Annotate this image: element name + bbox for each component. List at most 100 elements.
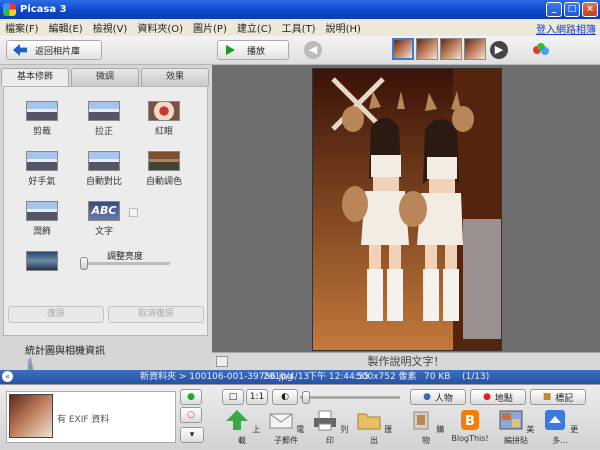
menu-tools[interactable]: 工具(T) bbox=[277, 20, 321, 35]
red-eye-icon bbox=[148, 101, 180, 121]
shopping-icon bbox=[413, 411, 429, 430]
filmstrip-thumbnail[interactable] bbox=[440, 38, 462, 60]
places-button[interactable]: ● 地點 bbox=[470, 389, 526, 405]
clear-button[interactable]: ○ bbox=[180, 407, 202, 423]
tags-label: 標記 bbox=[555, 393, 574, 404]
lucky-label: 好手氣 bbox=[28, 177, 56, 187]
filmstrip-thumbnail[interactable] bbox=[416, 38, 438, 60]
blogthis-label: BlogThis! bbox=[451, 434, 489, 443]
play-slideshow-button[interactable]: 播放 bbox=[217, 40, 289, 60]
tab-effects[interactable]: 效果 bbox=[141, 68, 209, 86]
previous-photo-button[interactable]: ◀ bbox=[304, 41, 322, 59]
maximize-button[interactable]: □ bbox=[564, 2, 580, 17]
tab-tuning[interactable]: 微調 bbox=[71, 68, 139, 86]
filmstrip bbox=[392, 38, 488, 62]
disabled-checkbox bbox=[129, 208, 138, 217]
menu-picture[interactable]: 圖片(P) bbox=[188, 20, 232, 35]
auto-contrast-button[interactable]: 自動對比 bbox=[74, 151, 134, 187]
menu-bar: 檔案(F) 編輯(E) 檢視(V) 資料夾(O) 圖片(P) 建立(C) 工具(… bbox=[0, 19, 600, 36]
tab-basic-fixes[interactable]: 基本修飾 bbox=[1, 68, 69, 86]
text-abc-icon: ABC bbox=[88, 201, 120, 221]
file-size: 70 KB bbox=[424, 372, 451, 382]
hold-button[interactable]: ● bbox=[180, 389, 202, 405]
tray-thumbnail[interactable] bbox=[9, 394, 53, 438]
zoom-knob[interactable] bbox=[302, 391, 310, 404]
envelope-icon bbox=[269, 413, 293, 429]
add-to-album-button[interactable]: ▾ bbox=[180, 427, 204, 443]
retouch-icon bbox=[26, 201, 58, 221]
photo-viewer bbox=[212, 65, 600, 370]
auto-contrast-label: 自動對比 bbox=[85, 177, 122, 187]
menu-edit[interactable]: 編輯(E) bbox=[44, 20, 88, 35]
auto-color-label: 自動調色 bbox=[145, 177, 182, 187]
redeye-tool-button[interactable]: 紅眼 bbox=[134, 101, 194, 137]
svg-text:B: B bbox=[465, 414, 475, 429]
blogthis-button[interactable]: B BlogThis! bbox=[448, 409, 492, 443]
toolbar: 返回相片庫 播放 ◀ ▶ bbox=[0, 36, 600, 65]
menu-create[interactable]: 建立(C) bbox=[232, 20, 277, 35]
menu-view[interactable]: 檢視(V) bbox=[88, 20, 133, 35]
folder-icon bbox=[357, 413, 381, 430]
collage-button[interactable]: 美編拼貼 bbox=[494, 409, 538, 446]
edit-panel: 基本修飾 微調 效果 剪裁 拉正 紅眼 好手氣 自動對比 自動調色 潤飾 ABC… bbox=[0, 65, 212, 400]
straighten-tool-button[interactable]: 拉正 bbox=[74, 101, 134, 137]
feeling-lucky-button[interactable]: 好手氣 bbox=[12, 151, 72, 187]
arrow-left-icon bbox=[13, 44, 27, 56]
caption-toggle-button[interactable] bbox=[216, 356, 228, 367]
collage-icon bbox=[499, 410, 523, 430]
zoom-icon-button[interactable]: ◐ bbox=[272, 389, 298, 405]
back-to-library-button[interactable]: 返回相片庫 bbox=[6, 40, 102, 60]
menu-help[interactable]: 說明(H) bbox=[321, 20, 366, 35]
redeye-label: 紅眼 bbox=[154, 127, 173, 137]
redo-button[interactable]: 取消復原 bbox=[108, 306, 204, 323]
minimize-button[interactable]: _ bbox=[546, 2, 562, 17]
filmstrip-thumbnail[interactable] bbox=[392, 38, 414, 60]
collapse-panel-button[interactable]: « bbox=[2, 371, 13, 382]
slider-knob[interactable] bbox=[80, 257, 88, 270]
people-button[interactable]: ● 人物 bbox=[410, 389, 466, 405]
bottom-tray: 有 EXIF 資料 ● ○ ▾ □ 1:1 ◐ ● 人物 ● 地點 ■ 標記 上… bbox=[0, 384, 600, 450]
sign-in-link[interactable]: 登入網路相簿 bbox=[536, 21, 596, 36]
tags-button[interactable]: ■ 標記 bbox=[530, 389, 586, 405]
exif-label: 有 EXIF 資料 bbox=[57, 415, 110, 425]
auto-color-button[interactable]: 自動調色 bbox=[134, 151, 194, 187]
title-bar: Picasa 3 _ □ × bbox=[0, 0, 600, 19]
view-single-button[interactable]: □ bbox=[222, 389, 244, 405]
upload-button[interactable]: 上載 bbox=[220, 409, 264, 446]
menu-folder[interactable]: 資料夾(O) bbox=[132, 20, 188, 35]
pinwheel-icon[interactable] bbox=[531, 42, 551, 58]
caption-field[interactable]: 製作說明文字！ bbox=[212, 352, 600, 370]
lucky-icon bbox=[26, 151, 58, 171]
text-label: 文字 bbox=[94, 227, 113, 237]
email-button[interactable]: 電子郵件 bbox=[264, 409, 308, 446]
retouch-tool-button[interactable]: 潤飾 bbox=[12, 201, 72, 237]
window-title: Picasa 3 bbox=[20, 4, 67, 15]
edit-tools-body: 剪裁 拉正 紅眼 好手氣 自動對比 自動調色 潤飾 ABC 文字 調整亮度 復原… bbox=[3, 86, 208, 336]
export-button[interactable]: 匯出 bbox=[352, 409, 396, 446]
straighten-icon bbox=[88, 101, 120, 121]
back-label: 返回相片庫 bbox=[35, 46, 81, 57]
close-button[interactable]: × bbox=[582, 2, 598, 17]
print-button[interactable]: 列印 bbox=[308, 409, 352, 446]
undo-button[interactable]: 復原 bbox=[8, 306, 104, 323]
auto-color-icon bbox=[148, 151, 180, 171]
crop-icon bbox=[26, 101, 58, 121]
map-pin-icon: ● bbox=[483, 392, 491, 402]
main-photo[interactable] bbox=[312, 68, 502, 351]
fill-light-icon bbox=[26, 251, 58, 271]
people-label: 人物 bbox=[434, 393, 453, 404]
menu-file[interactable]: 檔案(F) bbox=[0, 20, 44, 35]
filmstrip-thumbnail[interactable] bbox=[464, 38, 486, 60]
text-tool-button[interactable]: ABC 文字 bbox=[74, 201, 134, 237]
fill-light-slider[interactable] bbox=[80, 257, 170, 270]
shop-button[interactable]: 購物 bbox=[404, 409, 448, 446]
next-photo-button[interactable]: ▶ bbox=[490, 41, 508, 59]
edit-tabs: 基本修飾 微調 效果 bbox=[1, 68, 209, 86]
fill-light-label: 調整亮度 bbox=[107, 252, 144, 262]
crop-tool-button[interactable]: 剪裁 bbox=[12, 101, 72, 137]
zoom-slider[interactable] bbox=[300, 391, 400, 404]
person-icon: ● bbox=[423, 392, 431, 402]
view-compare-button[interactable]: 1:1 bbox=[246, 389, 268, 405]
places-label: 地點 bbox=[494, 393, 513, 404]
more-button[interactable]: 更多... bbox=[538, 409, 582, 446]
